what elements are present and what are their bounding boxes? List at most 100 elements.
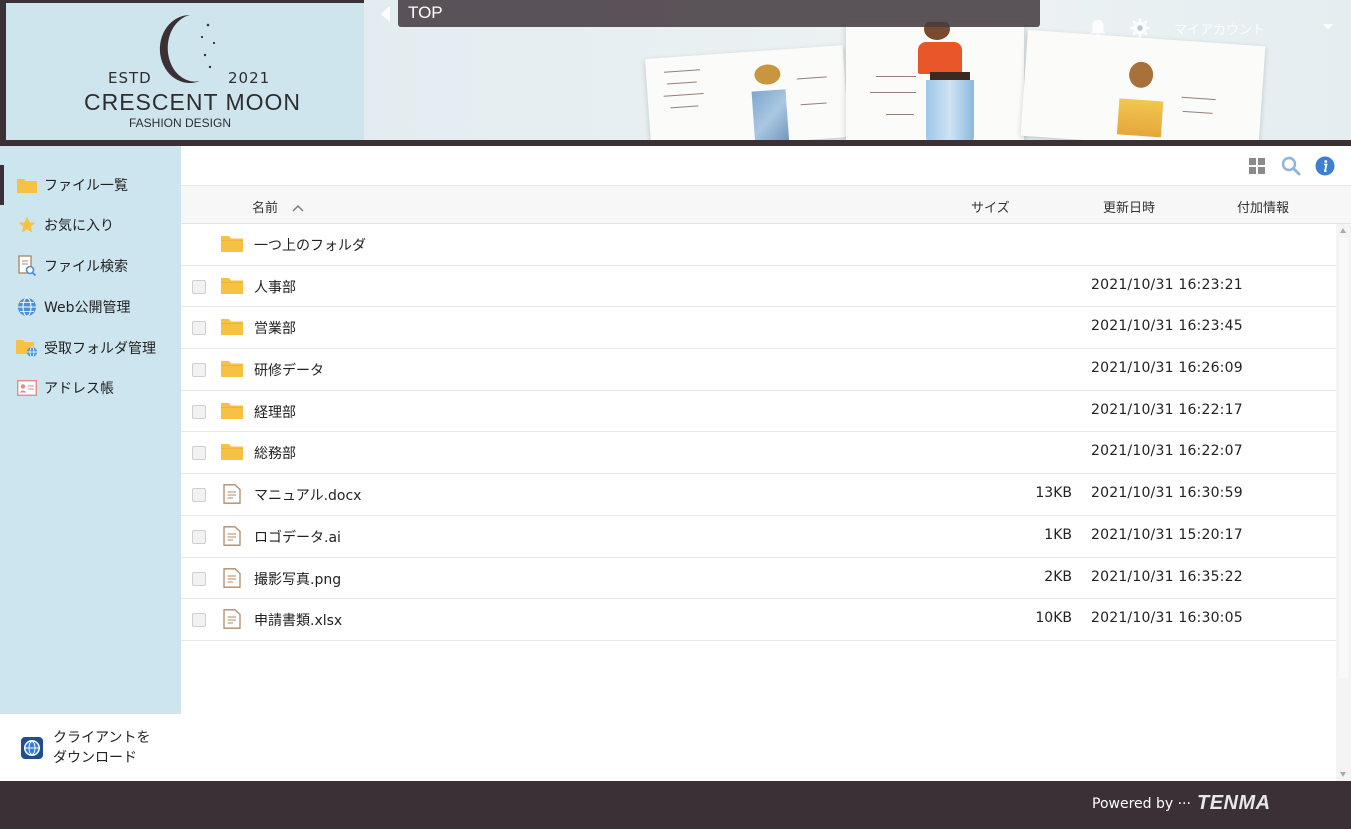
row-checkbox[interactable]: [192, 571, 206, 586]
download-client-button[interactable]: クライアントを ダウンロード: [0, 713, 181, 781]
column-extra-header[interactable]: 付加情報: [1237, 197, 1289, 216]
row-date: 2021/10/31 16:30:05: [1091, 610, 1243, 627]
file-search-icon: [16, 255, 38, 277]
logo-estd: ESTD: [108, 69, 152, 87]
folder-icon: [221, 236, 243, 252]
sidebar-item-label: 受取フォルダ管理: [44, 341, 156, 357]
sidebar: ファイル一覧 お気に入り ファイル検索 Web公開管理 受取フォルダ管理 アドレ…: [0, 146, 181, 781]
row-name[interactable]: 総務部: [254, 443, 296, 463]
sidebar-item-address-book[interactable]: アドレス帳: [0, 368, 181, 408]
column-size-header[interactable]: サイズ: [971, 197, 1010, 216]
my-account-link[interactable]: マイアカウント: [1174, 19, 1265, 38]
row-name[interactable]: ロゴデータ.ai: [254, 527, 341, 547]
powered-by-text: Powered by ···: [1092, 796, 1191, 812]
folder-globe-icon: [16, 337, 38, 359]
sidebar-item-file-list[interactable]: ファイル一覧: [0, 165, 181, 205]
file-row[interactable]: 撮影写真.png 2KB 2021/10/31 16:35:22: [181, 558, 1336, 600]
info-icon[interactable]: [1315, 156, 1335, 176]
row-name[interactable]: 撮影写真.png: [254, 569, 341, 589]
row-size: 13KB: [1035, 485, 1072, 502]
folder-row[interactable]: 研修データ 2021/10/31 16:26:09: [181, 349, 1336, 391]
folder-icon: [221, 444, 243, 461]
folder-row[interactable]: 営業部 2021/10/31 16:23:45: [181, 307, 1336, 350]
sort-ascending-icon[interactable]: [292, 204, 304, 212]
address-card-icon: [16, 377, 38, 399]
download-client-label: クライアントを ダウンロード: [53, 728, 150, 768]
breadcrumb[interactable]: TOP: [381, 0, 1040, 27]
logo[interactable]: ESTD 2021 CRESCENT MOON FASHION DESIGN: [0, 0, 364, 140]
sidebar-item-receive-folder[interactable]: 受取フォルダ管理: [0, 328, 181, 368]
folder-icon: [221, 277, 243, 294]
grid-view-icon[interactable]: [1247, 156, 1267, 176]
folder-row[interactable]: 経理部 2021/10/31 16:22:17: [181, 391, 1336, 433]
row-name[interactable]: 経理部: [254, 402, 296, 422]
row-name[interactable]: 営業部: [254, 318, 296, 338]
document-icon: [223, 525, 241, 546]
document-icon: [223, 567, 241, 588]
row-date: 2021/10/31 16:23:45: [1091, 318, 1243, 335]
row-date: 2021/10/31 16:26:09: [1091, 360, 1243, 377]
row-size: 10KB: [1035, 610, 1072, 627]
row-date: 2021/10/31 16:35:22: [1091, 568, 1243, 585]
tenma-logo: TENMA: [1197, 792, 1271, 814]
row-checkbox[interactable]: [192, 321, 206, 336]
scroll-up-icon[interactable]: [1340, 228, 1346, 233]
file-row[interactable]: ロゴデータ.ai 1KB 2021/10/31 15:20:17: [181, 516, 1336, 558]
row-date: 2021/10/31 16:22:07: [1091, 443, 1243, 460]
sketch-card: [645, 45, 849, 151]
folder-row[interactable]: 総務部 2021/10/31 16:22:07: [181, 432, 1336, 475]
client-download-icon: [21, 736, 43, 759]
file-list-panel: 名前 サイズ 更新日時 付加情報 一つ上のフォルダ 人事部 2021/10/31 …: [181, 146, 1351, 781]
row-checkbox[interactable]: [192, 613, 206, 628]
sidebar-item-file-search[interactable]: ファイル検索: [0, 246, 181, 286]
footer: Powered by ··· TENMA: [0, 781, 1351, 829]
toolbar: [181, 146, 1351, 186]
row-name[interactable]: マニュアル.docx: [254, 485, 361, 505]
gear-icon[interactable]: [1129, 17, 1151, 39]
sidebar-item-web-publish[interactable]: Web公開管理: [0, 287, 181, 327]
sidebar-item-label: ファイル検索: [44, 259, 128, 275]
row-checkbox[interactable]: [192, 529, 206, 544]
breadcrumb-label[interactable]: TOP: [398, 0, 1040, 27]
column-updated-header[interactable]: 更新日時: [1103, 197, 1155, 216]
bell-icon[interactable]: [1087, 17, 1109, 39]
row-name[interactable]: 人事部: [254, 277, 296, 297]
row-checkbox[interactable]: [192, 279, 206, 294]
sidebar-item-favorites[interactable]: お気に入り: [0, 205, 181, 245]
sketch-card: [846, 22, 1024, 144]
row-checkbox[interactable]: [192, 446, 206, 461]
row-checkbox[interactable]: [192, 363, 206, 378]
search-icon[interactable]: [1281, 156, 1301, 176]
parent-folder-link[interactable]: 一つ上のフォルダ: [254, 235, 366, 255]
document-icon: [223, 484, 241, 504]
download-line-2: ダウンロード: [53, 749, 137, 766]
crescent-moon-icon: [159, 14, 216, 83]
scroll-down-icon[interactable]: [1340, 772, 1346, 777]
folder-icon: [221, 319, 243, 336]
sidebar-item-label: ファイル一覧: [44, 178, 128, 194]
row-container: 人事部 2021/10/31 16:23:21 営業部 2021/10/31 16:2…: [181, 266, 1336, 641]
column-name-header[interactable]: 名前: [252, 197, 304, 216]
sketch-card: [1020, 29, 1266, 153]
folder-row[interactable]: 人事部 2021/10/31 16:23:21: [181, 266, 1336, 308]
parent-folder-row[interactable]: 一つ上のフォルダ: [181, 224, 1336, 266]
row-date: 2021/10/31 16:30:59: [1091, 485, 1243, 502]
row-size: 2KB: [1044, 568, 1072, 585]
file-table: 一つ上のフォルダ 人事部 2021/10/31 16:23:21 営業部 2021/1…: [181, 224, 1336, 641]
scrollbar[interactable]: [1336, 224, 1351, 781]
row-date: 2021/10/31 16:22:17: [1091, 401, 1243, 418]
file-row[interactable]: マニュアル.docx 13KB 2021/10/31 16:30:59: [181, 474, 1336, 516]
file-row[interactable]: 申請書類.xlsx 10KB 2021/10/31 16:30:05: [181, 599, 1336, 641]
row-checkbox[interactable]: [192, 488, 206, 503]
sidebar-item-label: Web公開管理: [44, 300, 131, 316]
column-name-label: 名前: [252, 201, 279, 216]
row-name[interactable]: 研修データ: [254, 360, 324, 380]
scroll-thumb[interactable]: [1339, 238, 1348, 678]
download-line-1: クライアントを: [53, 729, 151, 746]
logo-name: CRESCENT MOON: [84, 89, 302, 115]
back-arrow-icon[interactable]: [381, 5, 390, 22]
row-checkbox[interactable]: [192, 404, 206, 419]
row-name[interactable]: 申請書類.xlsx: [254, 610, 342, 630]
logo-subtitle: FASHION DESIGN: [129, 116, 232, 130]
chevron-down-icon[interactable]: [1323, 24, 1333, 30]
